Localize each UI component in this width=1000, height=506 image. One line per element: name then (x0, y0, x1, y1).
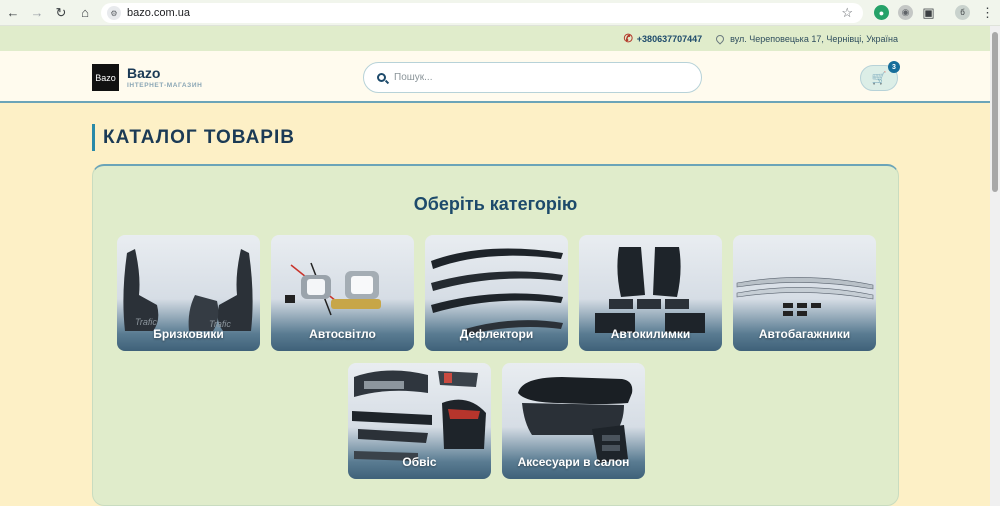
back-arrow-icon[interactable]: ← (2, 2, 24, 24)
browser-menu-icon[interactable]: ⋮ (980, 5, 995, 20)
browser-toolbar: ← → ↻ ⌂ ⚙ bazo.com.ua ☆ ● ◉ ▣ б ⋮ (0, 0, 1000, 26)
brand-subtitle: ІНТЕРНЕТ-МАГАЗИН (127, 82, 203, 89)
bookmark-star-icon[interactable]: ☆ (841, 5, 853, 21)
search-input[interactable] (394, 72, 674, 83)
search-box[interactable] (363, 62, 702, 93)
logo[interactable]: Bazo (92, 64, 119, 91)
brand-name[interactable]: Bazo (127, 65, 160, 81)
site-info-icon[interactable]: ⚙ (107, 6, 121, 20)
category-label[interactable]: Автосвітло (271, 327, 414, 341)
category-label[interactable]: Аксесуари в салон (502, 455, 645, 469)
address-bar[interactable]: ⚙ bazo.com.ua ☆ (101, 3, 863, 23)
phone-icon: ✆ (623, 33, 633, 45)
page-title: КАТАЛОГ ТОВАРІВ (92, 124, 295, 151)
phone-number[interactable]: +380637707447 (637, 34, 702, 44)
address-bar-url[interactable]: bazo.com.ua (127, 7, 190, 19)
search-icon (377, 73, 386, 82)
profile-avatar[interactable]: б (955, 5, 970, 20)
page-scrollbar[interactable] (990, 26, 1000, 506)
scrollbar-thumb[interactable] (992, 32, 998, 192)
extension-icon-2[interactable]: ◉ (898, 5, 913, 20)
catalog-panel: Оберіть категорію Trafic Trafic Бризкови… (92, 164, 899, 506)
home-icon[interactable]: ⌂ (74, 2, 96, 24)
category-card-roof-racks[interactable]: Автобагажники (733, 235, 876, 351)
address-text: вул. Череповецька 17, Чернівці, Україна (730, 33, 898, 44)
cart-count-badge: 3 (888, 61, 900, 73)
extensions-puzzle-icon[interactable]: ▣ (921, 5, 936, 20)
location-pin-icon (714, 32, 726, 45)
address: вул. Череповецька 17, Чернівці, Україна (714, 32, 898, 45)
cart-icon: 🛒 (871, 71, 887, 85)
category-label[interactable]: Автокилимки (579, 327, 722, 341)
svg-text:Trafic: Trafic (135, 317, 157, 327)
category-card-interior-accessories[interactable]: Аксесуари в салон (502, 363, 645, 479)
category-label[interactable]: Обвіс (348, 455, 491, 469)
category-card-deflectors[interactable]: Дефлектори (425, 235, 568, 351)
site-header: Bazo Bazo ІНТЕРНЕТ-МАГАЗИН 🛒 3 (0, 51, 990, 103)
category-label[interactable]: Бризковики (117, 327, 260, 341)
cart-button[interactable]: 🛒 3 (860, 61, 900, 91)
phone-link[interactable]: ✆ +380637707447 (624, 32, 703, 45)
forward-arrow-icon[interactable]: → (26, 2, 48, 24)
category-card-body-kit[interactable]: Обвіс (348, 363, 491, 479)
category-card-mudflaps[interactable]: Trafic Trafic Бризковики (117, 235, 260, 351)
catalog-heading: Оберіть категорію (413, 194, 578, 214)
contact-bar: ✆ +380637707447 вул. Череповецька 17, Че… (0, 26, 990, 51)
category-label[interactable]: Дефлектори (425, 327, 568, 341)
extension-icon[interactable]: ● (874, 5, 889, 20)
category-card-mats[interactable]: Автокилимки (579, 235, 722, 351)
category-card-lighting[interactable]: Автосвітло (271, 235, 414, 351)
reload-icon[interactable]: ↻ (50, 2, 72, 24)
category-label[interactable]: Автобагажники (733, 327, 876, 341)
